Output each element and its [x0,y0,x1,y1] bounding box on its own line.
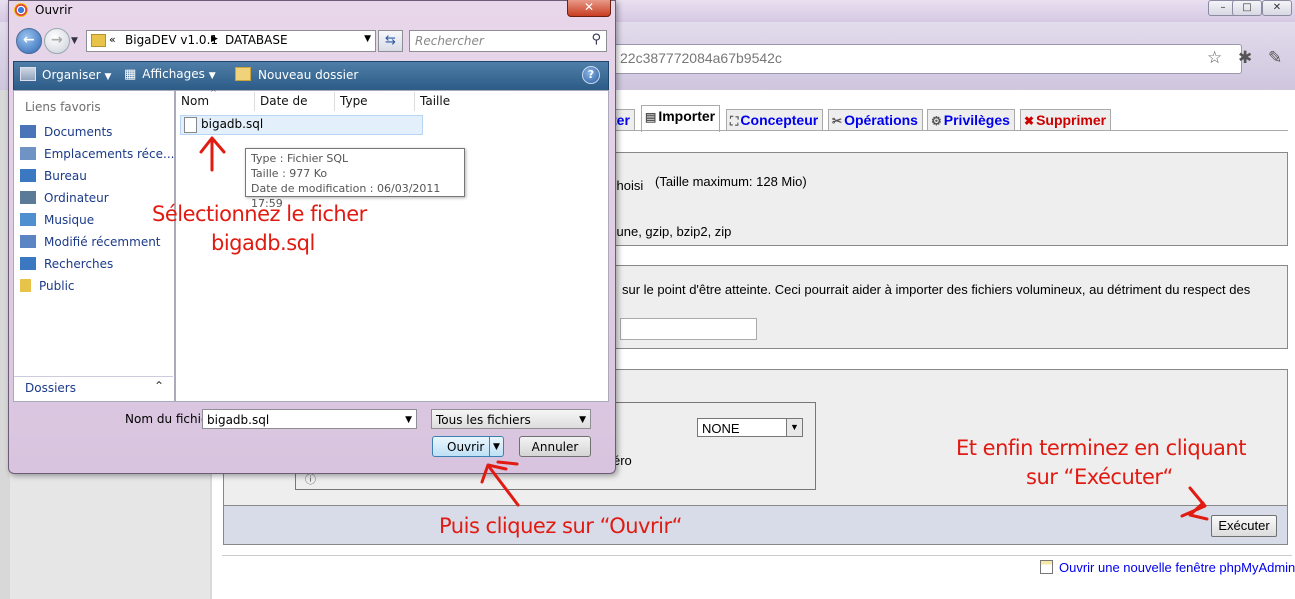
annotation-arrows [199,136,1209,521]
annotation-select-file-line2: bigadb.sql [211,231,315,255]
annotation-select-file-line1: Sélectionnez le ficher [152,202,367,226]
annotation-finally-line2: sur “Exécuter“ [1026,465,1173,489]
arrow-to-open [488,466,520,507]
annotation-click-open: Puis cliquez sur “Ouvrir“ [439,514,682,538]
annotation-finally-line1: Et enfin terminez en cliquant [956,436,1246,460]
arrow-to-open-tail [496,460,519,466]
